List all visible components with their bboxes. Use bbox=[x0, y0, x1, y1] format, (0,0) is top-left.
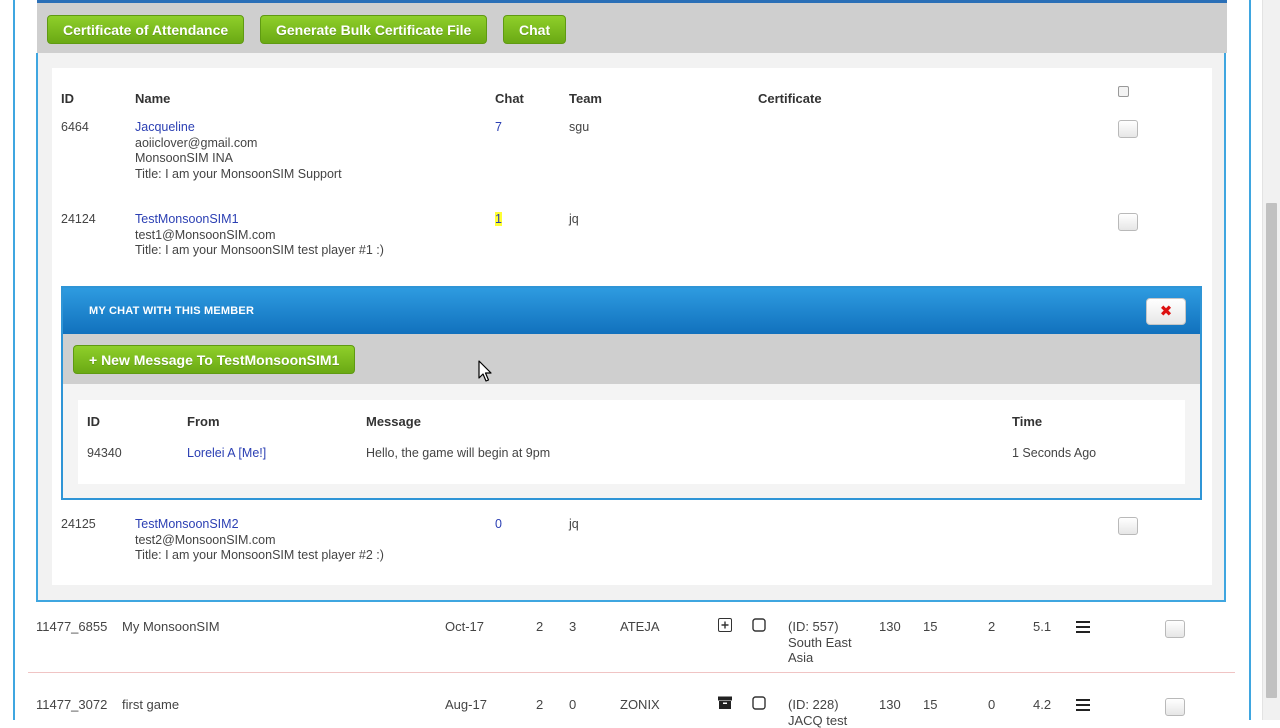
col-header-id: ID bbox=[61, 91, 74, 106]
chat-message-from[interactable]: Lorelei A [Me!] bbox=[187, 446, 266, 462]
game-value: 0 bbox=[988, 697, 995, 713]
member-info: TestMonsoonSIM2 test2@MonsoonSIM.com Tit… bbox=[135, 517, 384, 564]
member-name-link[interactable]: Jacqueline bbox=[135, 120, 342, 136]
square-checkbox-icon[interactable] bbox=[752, 618, 766, 632]
member-id: 24124 bbox=[61, 212, 96, 228]
game-value: 15 bbox=[923, 619, 937, 635]
generate-bulk-certificate-button[interactable]: Generate Bulk Certificate File bbox=[260, 15, 487, 44]
chat-toolbar: + New Message To TestMonsoonSIM1 bbox=[63, 334, 1200, 384]
chat-message-id: 94340 bbox=[87, 446, 122, 462]
member-title: Title: I am your MonsoonSIM test player … bbox=[135, 548, 384, 564]
game-company: ZONIX bbox=[620, 697, 660, 713]
game-value: 2 bbox=[988, 619, 995, 635]
col-header-chat: Chat bbox=[495, 91, 524, 106]
member-org: MonsoonSIM INA bbox=[135, 151, 342, 167]
page-frame-left bbox=[13, 0, 15, 720]
col-header-certificate: Certificate bbox=[758, 91, 822, 106]
game-count-link[interactable]: 3 bbox=[569, 619, 576, 635]
member-team: jq bbox=[569, 212, 579, 228]
member-title: Title: I am your MonsoonSIM test player … bbox=[135, 243, 384, 259]
member-email: aoiiclover@gmail.com bbox=[135, 136, 342, 152]
chat-messages-table: ID From Message Time 94340 Lorelei A [Me… bbox=[78, 400, 1185, 484]
game-value: 130 bbox=[879, 697, 901, 713]
member-id: 6464 bbox=[61, 120, 89, 136]
game-count-link[interactable]: 0 bbox=[569, 697, 576, 713]
member-team: jq bbox=[569, 517, 579, 533]
mouse-cursor-icon bbox=[478, 360, 494, 384]
certificate-of-attendance-button[interactable]: Certificate of Attendance bbox=[47, 15, 244, 44]
game-region-name: JACQ test bbox=[788, 713, 847, 728]
new-message-button[interactable]: + New Message To TestMonsoonSIM1 bbox=[73, 345, 355, 374]
chat-col-id: ID bbox=[87, 414, 100, 429]
col-header-name: Name bbox=[135, 91, 170, 106]
member-email: test2@MonsoonSIM.com bbox=[135, 533, 384, 549]
chat-col-time: Time bbox=[1012, 414, 1042, 429]
chat-col-from: From bbox=[187, 414, 220, 429]
member-info: TestMonsoonSIM1 test1@MonsoonSIM.com Tit… bbox=[135, 212, 384, 259]
member-checkbox[interactable] bbox=[1118, 120, 1138, 138]
game-region-id: (ID: 228) bbox=[788, 697, 847, 713]
member-checkbox[interactable] bbox=[1118, 213, 1138, 231]
member-name-link[interactable]: TestMonsoonSIM1 bbox=[135, 212, 384, 228]
game-value: 4.2 bbox=[1033, 697, 1051, 713]
select-all-checkbox[interactable] bbox=[1118, 86, 1129, 97]
game-name: My MonsoonSIM bbox=[122, 619, 220, 635]
game-id: 11477_6855 bbox=[36, 619, 107, 635]
chat-message-time: 1 Seconds Ago bbox=[1012, 446, 1096, 462]
game-region-id: (ID: 557) bbox=[788, 619, 852, 635]
page-frame-right bbox=[1249, 0, 1251, 720]
row-divider bbox=[28, 672, 1235, 673]
chat-close-button[interactable]: ✖ bbox=[1146, 298, 1186, 325]
chat-message-text: Hello, the game will begin at 9pm bbox=[366, 446, 550, 462]
game-checkbox[interactable] bbox=[1165, 698, 1185, 716]
game-region-name: South East bbox=[788, 635, 852, 651]
chat-count-highlight[interactable]: 1 bbox=[495, 212, 502, 226]
game-region: (ID: 228) JACQ test bbox=[788, 697, 847, 728]
game-region: (ID: 557) South East Asia bbox=[788, 619, 852, 666]
member-checkbox[interactable] bbox=[1118, 517, 1138, 535]
game-value: 5.1 bbox=[1033, 619, 1051, 635]
chat-panel: MY CHAT WITH THIS MEMBER ✖ + New Message… bbox=[61, 286, 1202, 500]
member-title: Title: I am your MonsoonSIM Support bbox=[135, 167, 342, 183]
member-team: sgu bbox=[569, 120, 589, 136]
game-company: ATEJA bbox=[620, 619, 660, 635]
member-chat-count[interactable]: 0 bbox=[495, 517, 502, 533]
member-chat-count-active[interactable]: 1 bbox=[495, 212, 502, 228]
game-id: 11477_3072 bbox=[36, 697, 107, 713]
chat-panel-title: MY CHAT WITH THIS MEMBER bbox=[89, 305, 254, 317]
scrollbar-thumb[interactable] bbox=[1266, 203, 1277, 698]
hamburger-menu-icon[interactable] bbox=[1076, 621, 1090, 633]
member-name-link[interactable]: TestMonsoonSIM2 bbox=[135, 517, 384, 533]
chat-button[interactable]: Chat bbox=[503, 15, 566, 44]
game-checkbox[interactable] bbox=[1165, 620, 1185, 638]
game-count-link[interactable]: 2 bbox=[536, 619, 543, 635]
col-header-team: Team bbox=[569, 91, 602, 106]
archive-icon[interactable] bbox=[718, 696, 732, 710]
chat-col-message: Message bbox=[366, 414, 421, 429]
plus-square-icon[interactable] bbox=[718, 618, 732, 632]
game-date: Oct-17 bbox=[445, 619, 484, 635]
hamburger-menu-icon[interactable] bbox=[1076, 699, 1090, 711]
game-value: 130 bbox=[879, 619, 901, 635]
action-toolbar: Certificate of Attendance Generate Bulk … bbox=[37, 3, 1227, 53]
member-id: 24125 bbox=[61, 517, 96, 533]
chat-panel-header: MY CHAT WITH THIS MEMBER ✖ bbox=[63, 288, 1200, 334]
square-checkbox-icon[interactable] bbox=[752, 696, 766, 710]
game-name: first game bbox=[122, 697, 179, 713]
close-x-icon: ✖ bbox=[1160, 303, 1173, 320]
game-count-link[interactable]: 2 bbox=[536, 697, 543, 713]
member-info: Jacqueline aoiiclover@gmail.com MonsoonS… bbox=[135, 120, 342, 182]
game-region-name-2: Asia bbox=[788, 650, 852, 666]
member-email: test1@MonsoonSIM.com bbox=[135, 228, 384, 244]
member-chat-count[interactable]: 7 bbox=[495, 120, 502, 136]
game-date: Aug-17 bbox=[445, 697, 487, 713]
game-value: 15 bbox=[923, 697, 937, 713]
